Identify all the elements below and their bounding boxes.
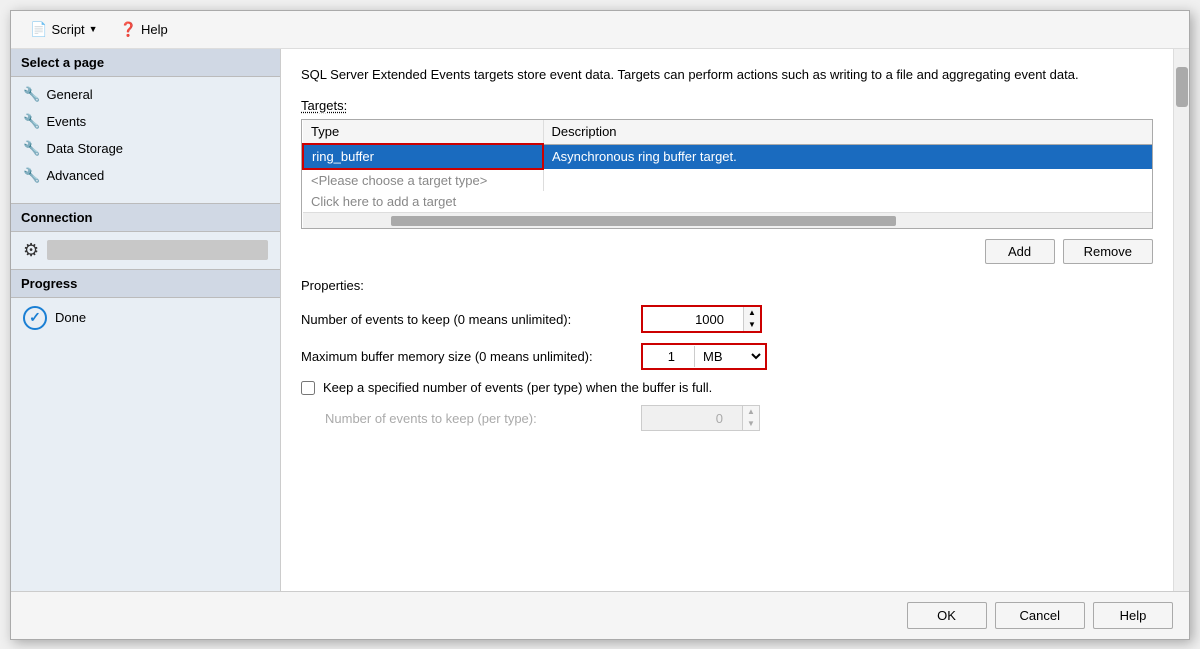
properties-label: Properties:: [301, 278, 1153, 293]
select-page-title: Select a page: [11, 49, 280, 77]
dialog-body: Select a page 🔧 General 🔧 Events 🔧 Data …: [11, 49, 1189, 591]
placeholder1-desc: [543, 169, 1152, 191]
sidebar: Select a page 🔧 General 🔧 Events 🔧 Data …: [11, 49, 281, 591]
num-events-input[interactable]: [643, 309, 743, 330]
ring-buffer-desc: Asynchronous ring buffer target.: [543, 144, 1152, 169]
connection-server-icon: ⚙: [23, 240, 39, 261]
max-buffer-row: Maximum buffer memory size (0 means unli…: [301, 343, 1153, 370]
max-buffer-control: KB MB GB: [641, 343, 767, 370]
sidebar-progress: Progress ✓ Done: [11, 269, 280, 338]
sidebar-item-events[interactable]: 🔧 Events: [11, 108, 280, 135]
keep-checkbox-row: Keep a specified number of events (per t…: [301, 380, 1153, 395]
keep-events-input: [642, 408, 742, 429]
description-text: SQL Server Extended Events targets store…: [301, 65, 1153, 85]
targets-label: Targets:: [301, 98, 1153, 113]
keep-events-spin-down: ▼: [743, 418, 759, 430]
max-buffer-label: Maximum buffer memory size (0 means unli…: [301, 349, 641, 364]
sidebar-item-general-label: General: [46, 87, 92, 102]
keep-events-label: Number of events to keep (per type):: [301, 411, 641, 426]
targets-actions: Add Remove: [301, 239, 1153, 264]
script-chevron-icon: ▼: [89, 24, 98, 34]
horizontal-scrollbar[interactable]: [303, 212, 1152, 228]
sidebar-items: 🔧 General 🔧 Events 🔧 Data Storage 🔧 Adva…: [11, 77, 280, 193]
connection-title: Connection: [11, 203, 280, 232]
right-scrollbar[interactable]: [1173, 49, 1189, 591]
keep-events-input-wrapper: ▲ ▼: [641, 405, 760, 431]
col-type-header: Type: [303, 120, 543, 144]
events-icon: 🔧: [23, 113, 40, 130]
sidebar-item-events-label: Events: [46, 114, 86, 129]
keep-checkbox[interactable]: [301, 381, 315, 395]
progress-info: ✓ Done: [11, 298, 280, 338]
table-row-placeholder2[interactable]: Click here to add a target: [303, 191, 1152, 212]
num-events-label: Number of events to keep (0 means unlimi…: [301, 312, 641, 327]
sidebar-item-data-storage-label: Data Storage: [46, 141, 123, 156]
sidebar-item-general[interactable]: 🔧 General: [11, 81, 280, 108]
sidebar-item-data-storage[interactable]: 🔧 Data Storage: [11, 135, 280, 162]
keep-events-spin: ▲ ▼: [742, 406, 759, 430]
main-content: SQL Server Extended Events targets store…: [281, 49, 1173, 591]
num-events-spin-down[interactable]: ▼: [744, 319, 760, 331]
script-label: Script: [51, 22, 84, 37]
keep-events-control: ▲ ▼: [641, 405, 760, 431]
max-buffer-input[interactable]: [644, 346, 694, 367]
remove-button[interactable]: Remove: [1063, 239, 1153, 264]
num-events-row: Number of events to keep (0 means unlimi…: [301, 305, 1153, 333]
mem-control-wrapper: KB MB GB: [641, 343, 767, 370]
sidebar-item-advanced[interactable]: 🔧 Advanced: [11, 162, 280, 189]
table-row[interactable]: ring_buffer Asynchronous ring buffer tar…: [303, 144, 1152, 169]
scrollbar-thumb: [391, 216, 896, 226]
ring-buffer-type: ring_buffer: [303, 144, 543, 169]
targets-table-container: Type Description ring_buffer Asynchronou…: [301, 119, 1153, 229]
progress-done-icon: ✓: [23, 306, 47, 330]
num-events-spin: ▲ ▼: [743, 307, 760, 331]
keep-checkbox-label: Keep a specified number of events (per t…: [323, 380, 712, 395]
placeholder1-text: <Please choose a target type>: [303, 169, 543, 191]
col-description-header: Description: [543, 120, 1152, 144]
keep-events-row: Number of events to keep (per type): ▲ ▼: [301, 405, 1153, 431]
dialog: 📄 Script ▼ ❓ Help Select a page 🔧 Genera…: [10, 10, 1190, 640]
sidebar-connection: Connection ⚙: [11, 203, 280, 269]
progress-status: Done: [55, 310, 86, 325]
help-button[interactable]: ❓ Help: [111, 17, 177, 42]
keep-events-spin-up: ▲: [743, 406, 759, 418]
toolbar: 📄 Script ▼ ❓ Help: [11, 11, 1189, 49]
script-icon: 📄: [30, 21, 47, 38]
num-events-spin-up[interactable]: ▲: [744, 307, 760, 319]
scrollbar-thumb-v: [1176, 67, 1188, 107]
num-events-control: ▲ ▼: [641, 305, 762, 333]
max-buffer-unit-select[interactable]: KB MB GB: [694, 346, 764, 367]
progress-title: Progress: [11, 269, 280, 298]
connection-info: ⚙: [11, 232, 280, 269]
connection-bar: [47, 240, 268, 260]
general-icon: 🔧: [23, 86, 40, 103]
dialog-footer: OK Cancel Help: [11, 591, 1189, 639]
sidebar-item-advanced-label: Advanced: [46, 168, 104, 183]
table-row-placeholder1[interactable]: <Please choose a target type>: [303, 169, 1152, 191]
advanced-icon: 🔧: [23, 167, 40, 184]
cancel-button[interactable]: Cancel: [995, 602, 1085, 629]
add-button[interactable]: Add: [985, 239, 1055, 264]
num-events-input-wrapper: ▲ ▼: [641, 305, 762, 333]
ok-button[interactable]: OK: [907, 602, 987, 629]
placeholder2-text: Click here to add a target: [303, 191, 1152, 212]
help-label: Help: [141, 22, 168, 37]
script-button[interactable]: 📄 Script ▼: [21, 17, 107, 42]
data-storage-icon: 🔧: [23, 140, 40, 157]
help-icon: ❓: [120, 21, 137, 38]
targets-table: Type Description ring_buffer Asynchronou…: [302, 120, 1152, 228]
help-footer-button[interactable]: Help: [1093, 602, 1173, 629]
